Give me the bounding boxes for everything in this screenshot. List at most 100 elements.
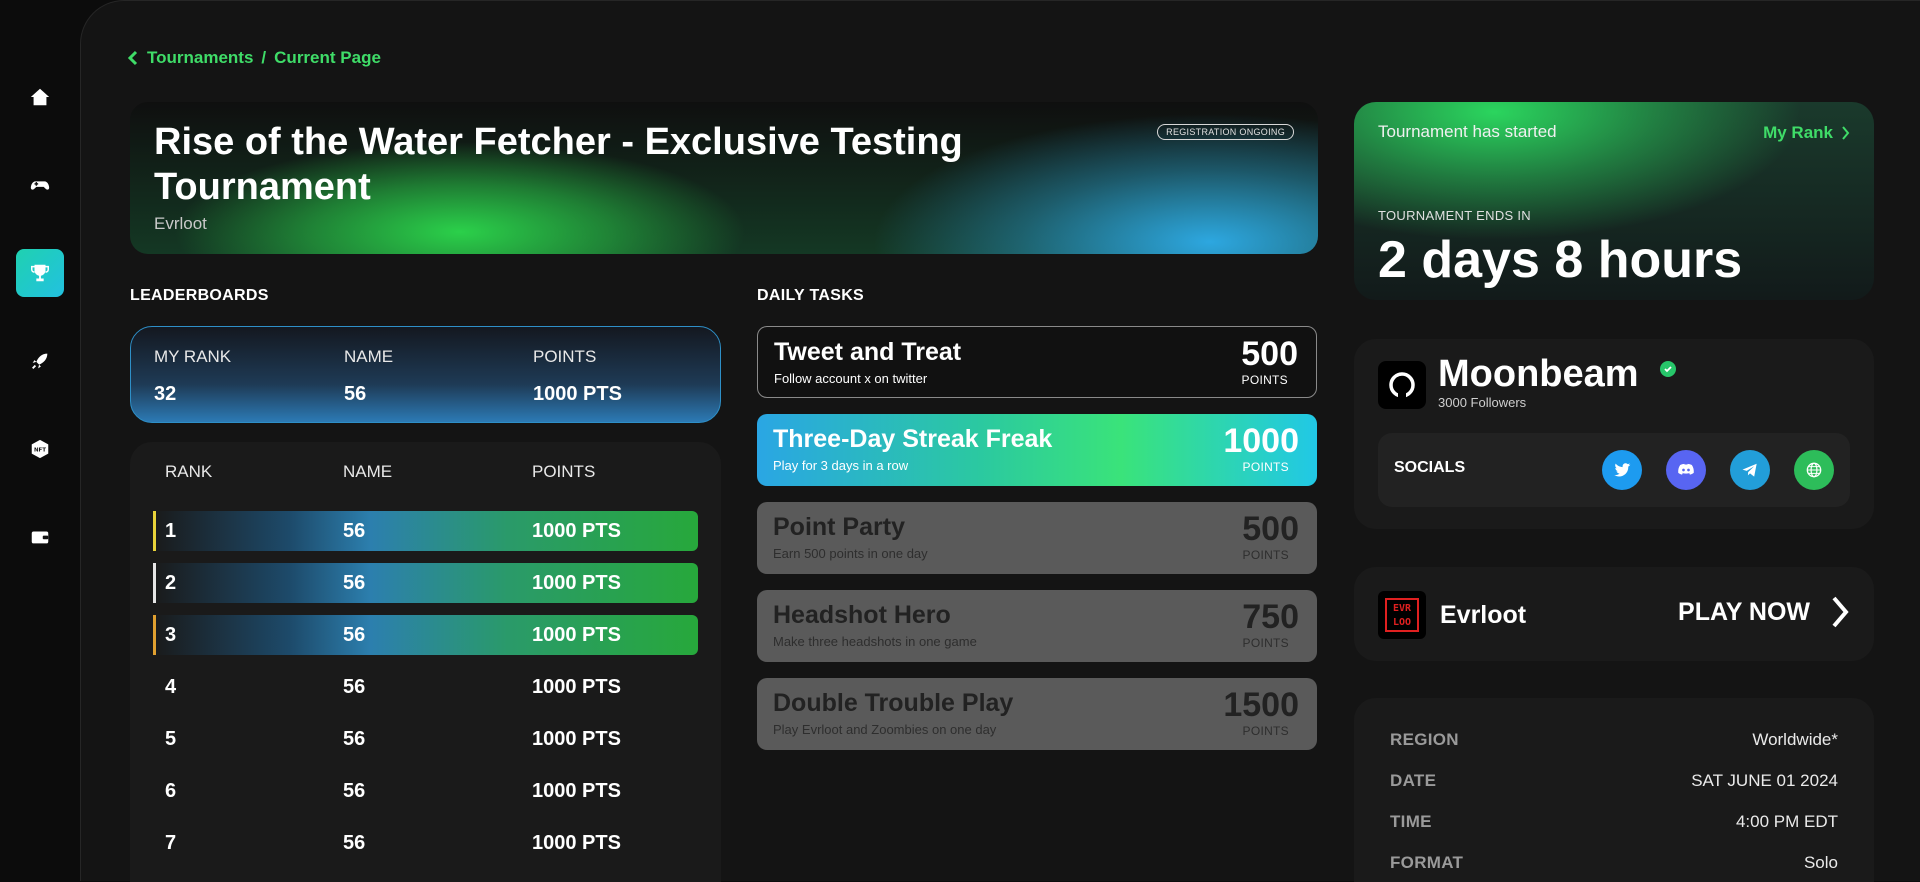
leaderboard-row[interactable]: 3 56 1000 PTS (153, 615, 698, 655)
format-label: FORMAT (1390, 853, 1464, 872)
organizer-name[interactable]: Moonbeam (1438, 353, 1639, 396)
sidebar: NFT (0, 0, 80, 881)
leaderboard-name: 56 (343, 520, 366, 542)
leaderboards-title: LEADERBOARDS (130, 287, 269, 304)
my-rank-points-value: 1000 PTS (533, 383, 622, 405)
leaderboard-name: 56 (343, 624, 366, 646)
task-card[interactable]: Headshot Hero Make three headshots in on… (757, 590, 1317, 662)
leaderboard-row[interactable]: 4 56 1000 PTS (153, 667, 698, 707)
date-value: SAT JUNE 01 2024 (1691, 771, 1838, 790)
tournament-hero: Rise of the Water Fetcher - Exclusive Te… (130, 102, 1318, 254)
moonbeam-logo-icon (1378, 361, 1426, 409)
leaderboard-name: 56 (343, 832, 366, 854)
task-title: Three-Day Streak Freak (773, 425, 1053, 453)
my-rank-name-header: NAME (344, 347, 394, 366)
task-subtitle: Play Evrloot and Zoombies on one day (773, 722, 997, 737)
leaderboard-rank: 5 (165, 728, 177, 750)
points-column-header: POINTS (532, 462, 596, 481)
tournament-title: Rise of the Water Fetcher - Exclusive Te… (154, 121, 963, 208)
leaderboard-table: RANK NAME POINTS 1 56 1000 PTS 2 56 1000 PTS 3… (130, 442, 721, 882)
wallet-icon[interactable] (16, 513, 64, 561)
leaderboard-rank: 2 (165, 572, 177, 594)
daily-tasks-title: DAILY TASKS (757, 287, 865, 304)
my-rank-link-label: My Rank (1763, 123, 1833, 142)
task-points-unit: POINTS (1242, 460, 1289, 474)
globe-icon[interactable] (1794, 450, 1834, 490)
discord-icon[interactable] (1666, 450, 1706, 490)
breadcrumb: Tournaments / Current Page (127, 48, 381, 68)
rocket-icon[interactable] (16, 337, 64, 385)
my-rank-name-value: 56 (344, 383, 367, 405)
verified-icon (1660, 361, 1676, 377)
tournament-organizer: Evrloot (154, 214, 207, 233)
game-card[interactable]: EVR LOO Evrloot PLAY NOW (1354, 567, 1874, 661)
my-rank-points-header: POINTS (533, 347, 597, 366)
podium-marker (153, 615, 156, 655)
tournament-details-card: REGION Worldwide* DATE SAT JUNE 01 2024 … (1354, 698, 1874, 882)
my-rank-value: 32 (154, 383, 177, 405)
leaderboard-row[interactable]: 7 56 1000 PTS (153, 823, 698, 863)
podium-marker (153, 511, 156, 551)
task-card[interactable]: Tweet and Treat Follow account x on twit… (757, 326, 1317, 398)
leaderboard-points: 1000 PTS (532, 520, 621, 542)
twitter-icon[interactable] (1602, 450, 1642, 490)
my-rank-link[interactable]: My Rank (1763, 123, 1850, 143)
leaderboard-rank: 7 (165, 832, 177, 854)
task-subtitle: Play for 3 days in a row (773, 458, 909, 473)
leaderboard-row[interactable]: 6 56 1000 PTS (153, 771, 698, 811)
task-card[interactable]: Point Party Earn 500 points in one day 5… (757, 502, 1317, 574)
home-icon[interactable] (16, 73, 64, 121)
leaderboard-points: 1000 PTS (532, 780, 621, 802)
my-rank-header: MY RANK (154, 347, 232, 366)
task-points: 750 (1242, 598, 1299, 636)
leaderboard-points: 1000 PTS (532, 832, 621, 854)
task-card[interactable]: Double Trouble Play Play Evrloot and Zoo… (757, 678, 1317, 750)
task-points: 500 (1241, 335, 1298, 373)
task-points: 1500 (1223, 686, 1299, 724)
socials-panel: SOCIALS (1378, 433, 1850, 507)
leaderboard-points: 1000 PTS (532, 676, 621, 698)
my-rank-card: MY RANK NAME POINTS 32 56 1000 PTS (130, 326, 721, 423)
organizer-followers: 3000 Followers (1438, 395, 1527, 410)
nft-icon[interactable]: NFT (16, 425, 64, 473)
task-title: Double Trouble Play (773, 689, 1014, 717)
trophy-icon[interactable] (16, 249, 64, 297)
chevron-left-icon[interactable] (127, 50, 139, 66)
task-points-unit: POINTS (1242, 636, 1289, 650)
telegram-icon[interactable] (1730, 450, 1770, 490)
chevron-right-icon (1832, 596, 1849, 628)
leaderboard-row[interactable]: 5 56 1000 PTS (153, 719, 698, 759)
leaderboard-name: 56 (343, 676, 366, 698)
task-title: Headshot Hero (773, 601, 951, 629)
leaderboard-name: 56 (343, 780, 366, 802)
podium-marker (153, 563, 156, 603)
task-card[interactable]: Three-Day Streak Freak Play for 3 days i… (757, 414, 1317, 486)
rank-column-header: RANK (165, 462, 213, 481)
leaderboard-name: 56 (343, 728, 366, 750)
game-name: Evrloot (1440, 601, 1527, 629)
leaderboard-rank: 4 (165, 676, 177, 698)
leaderboard-points: 1000 PTS (532, 728, 621, 750)
evrloot-logo-text: EVR LOO (1385, 598, 1419, 632)
breadcrumb-parent-link[interactable]: Tournaments (147, 48, 253, 68)
leaderboard-row[interactable]: 2 56 1000 PTS (153, 563, 698, 603)
organizer-card: Moonbeam 3000 Followers SOCIALS (1354, 339, 1874, 529)
tournament-ends-label: TOURNAMENT ENDS IN (1378, 208, 1531, 223)
date-label: DATE (1390, 771, 1437, 790)
leaderboard-row[interactable]: 1 56 1000 PTS (153, 511, 698, 551)
breadcrumb-current: Current Page (274, 48, 381, 67)
task-points-unit: POINTS (1242, 548, 1289, 562)
name-column-header: NAME (343, 462, 393, 481)
leaderboard-rank: 6 (165, 780, 177, 802)
play-now-label: PLAY NOW (1678, 597, 1810, 626)
leaderboard-points: 1000 PTS (532, 572, 621, 594)
main-content: Tournaments / Current Page Rise of the W… (80, 0, 1920, 882)
gamepad-icon[interactable] (16, 161, 64, 209)
format-value: Solo (1803, 853, 1838, 872)
breadcrumb-separator: / (261, 48, 267, 67)
leaderboard-rank: 3 (165, 624, 177, 646)
tournament-ends-countdown: 2 days 8 hours (1378, 231, 1743, 289)
task-points: 500 (1242, 510, 1299, 548)
task-points: 1000 (1223, 422, 1299, 460)
play-now-button[interactable]: PLAY NOW (1678, 595, 1850, 629)
